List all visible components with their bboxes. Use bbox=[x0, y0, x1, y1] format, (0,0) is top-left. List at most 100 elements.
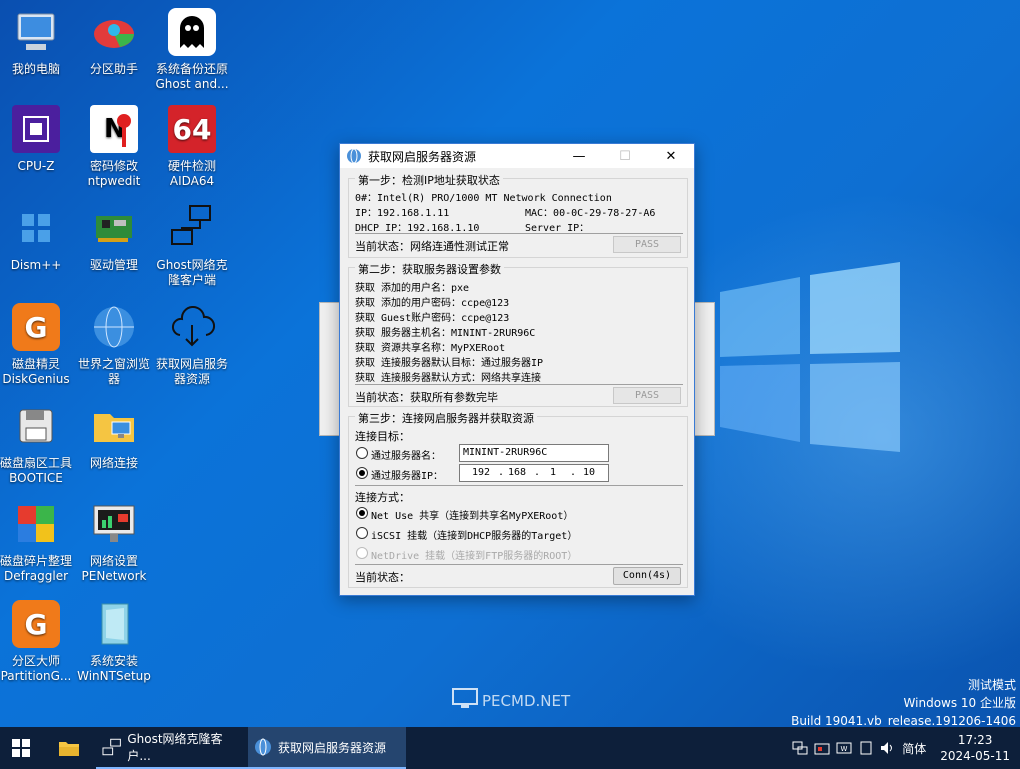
test-mode-text: 测试模式 bbox=[967, 678, 1016, 692]
server-ip-field[interactable]: 192 . 168 . 1 . 10 bbox=[459, 464, 609, 482]
step3-title: 第三步：连接网启服务器并获取资源 bbox=[355, 410, 537, 426]
ip-octet: 1 bbox=[549, 467, 557, 478]
desktop-icon-ghost-backup[interactable]: 系统备份还原 Ghost and... bbox=[152, 8, 232, 92]
clock-date: 2024-05-11 bbox=[940, 749, 1010, 763]
minimize-button[interactable]: — bbox=[556, 144, 602, 168]
monitor-icon bbox=[452, 688, 478, 714]
by-name-label[interactable]: 通过服务器名： bbox=[371, 447, 441, 462]
taskbar: Ghost网络克隆客户... 获取网启服务器资源 W 简体 17:23 2024… bbox=[0, 727, 1020, 769]
by-ip-radio[interactable] bbox=[356, 467, 368, 479]
by-ip-label: 通过服务器IP： bbox=[371, 471, 444, 482]
param-line: 获取 添加的用户名：pxe bbox=[355, 283, 470, 294]
desktop-icon-browser[interactable]: 世界之窗浏览 器 bbox=[74, 303, 154, 387]
desktop-icon-label: CPU-Z bbox=[17, 159, 55, 173]
by-name-radio[interactable] bbox=[356, 447, 368, 459]
server-ip-line: Server IP： bbox=[525, 223, 590, 234]
system-tray: W 简体 17:23 2024-05-11 bbox=[792, 727, 1020, 769]
desktop-icon-ntpwedit[interactable]: N 密码修改 ntpwedit bbox=[74, 105, 154, 189]
net-use-label[interactable]: Net Use 共享（连接到共享名MyPXERoot） bbox=[371, 507, 573, 522]
device-tray-icon[interactable] bbox=[814, 741, 830, 755]
sound-tray-icon[interactable] bbox=[880, 741, 896, 755]
desktop-icon-label: 我的电脑 bbox=[11, 62, 60, 76]
watermark-text: PECMD.NET bbox=[482, 692, 571, 710]
desktop-icon-partition-guru[interactable]: G 分区大师 PartitionG... bbox=[0, 600, 76, 684]
globe-icon bbox=[90, 303, 138, 351]
network-clone-icon bbox=[168, 204, 216, 252]
ime-language[interactable]: 简体 bbox=[902, 740, 926, 757]
desktop-icon-label: 系统备份还原 Ghost and... bbox=[155, 62, 229, 91]
diskgenius-icon: G bbox=[12, 303, 60, 351]
step1-title: 第一步：检测IP地址获取状态 bbox=[355, 172, 503, 188]
wifi-tray-icon[interactable]: W bbox=[836, 741, 852, 755]
floppy-icon bbox=[12, 402, 60, 450]
window-titlebar[interactable]: 获取网启服务器资源 — ☐ ✕ bbox=[340, 144, 694, 168]
desktop-icon-penetwork[interactable]: 网络设置 PENetwork bbox=[74, 500, 154, 584]
param-line: 获取 连接服务器默认目标：通过服务器IP bbox=[355, 358, 544, 369]
desktop-icon-cpuz[interactable]: CPU-Z bbox=[0, 105, 76, 174]
step2-title: 第二步：获取服务器设置参数 bbox=[355, 261, 504, 277]
desktop-icon-label: 硬件检测 AIDA64 bbox=[167, 159, 216, 188]
key-icon: N bbox=[90, 105, 138, 153]
desktop-icon-ghost-client[interactable]: Ghost网络克 隆客户端 bbox=[152, 204, 232, 288]
ip-line: IP：192.168.1.11 bbox=[355, 208, 450, 219]
desktop-icon-label: 磁盘扇区工具 BOOTICE bbox=[0, 456, 72, 485]
maximize-button[interactable]: ☐ bbox=[602, 144, 648, 168]
desktop-icon-label: 磁盘精灵 DiskGenius bbox=[2, 357, 70, 386]
taskbar-app-label: Ghost网络克隆客户... bbox=[127, 732, 223, 763]
start-button[interactable] bbox=[0, 727, 42, 769]
param-line: 获取 添加的用户密码：ccpe@123 bbox=[355, 298, 510, 309]
desktop-icon-my-computer[interactable]: 我的电脑 bbox=[0, 8, 76, 77]
separator bbox=[355, 564, 683, 565]
desktop-icon-winntsetup[interactable]: 系统安装 WinNTSetup bbox=[74, 600, 154, 684]
file-explorer-button[interactable] bbox=[42, 727, 96, 769]
mac-line: MAC：00-0C-29-78-27-A6 bbox=[525, 208, 656, 219]
desktop-icon-defraggler[interactable]: 磁盘碎片整理 Defraggler bbox=[0, 500, 76, 584]
cloud-download-icon bbox=[168, 303, 216, 351]
separator bbox=[355, 384, 683, 385]
param-line: 获取 服务器主机名：MININT-2RUR96C bbox=[355, 328, 536, 339]
tray-clock[interactable]: 17:23 2024-05-11 bbox=[940, 732, 1010, 764]
iscsi-label[interactable]: iSCSI 挂载（连接到DHCP服务器的Target） bbox=[371, 527, 577, 542]
desktop-icon-label: 磁盘碎片整理 Defraggler bbox=[0, 554, 72, 583]
step2-pass-button[interactable]: PASS bbox=[613, 387, 681, 404]
dhcp-line: DHCP IP：192.168.1.10 bbox=[355, 223, 480, 234]
close-button[interactable]: ✕ bbox=[648, 144, 694, 168]
network-tray-icon[interactable] bbox=[792, 741, 808, 755]
taskbar-app-label: 获取网启服务器资源 bbox=[278, 740, 387, 755]
separator bbox=[355, 233, 683, 234]
netdrive-label: NetDrive 挂载（连接到FTP服务器的ROOT） bbox=[371, 551, 578, 562]
desktop-icon-label: 网络连接 bbox=[89, 456, 138, 470]
desktop-icon-label: 世界之窗浏览 器 bbox=[77, 357, 150, 386]
step1-pass-button[interactable]: PASS bbox=[613, 236, 681, 253]
ip-octet: 192 bbox=[471, 467, 491, 478]
desktop-icon-bootice[interactable]: 磁盘扇区工具 BOOTICE bbox=[0, 402, 76, 486]
iscsi-radio[interactable] bbox=[356, 527, 368, 539]
server-name-field[interactable]: MININT-2RUR96C bbox=[459, 444, 609, 462]
clock-time: 17:23 bbox=[957, 733, 993, 747]
desktop-icon-pxe-resource[interactable]: 获取网启服务 器资源 bbox=[152, 303, 232, 387]
ip-octet: 168 bbox=[507, 467, 527, 478]
taskbar-app-pxe-resource[interactable]: 获取网启服务器资源 bbox=[248, 727, 406, 769]
net-use-radio[interactable] bbox=[356, 507, 368, 519]
ip-octet: 10 bbox=[582, 467, 596, 478]
target-label: 连接目标： bbox=[355, 430, 410, 443]
param-line: 获取 连接服务器默认方式：网络共享连接 bbox=[355, 373, 542, 384]
desktop-icon-dism[interactable]: Dism++ bbox=[0, 204, 76, 273]
desktop-icon-aida64[interactable]: 64 硬件检测 AIDA64 bbox=[152, 105, 232, 189]
windows-start-icon bbox=[12, 739, 30, 757]
windows-logo-wallpaper bbox=[720, 262, 900, 452]
connect-button[interactable]: Conn(4s) bbox=[613, 567, 681, 585]
installer-icon bbox=[90, 600, 138, 648]
computer-icon bbox=[12, 8, 60, 56]
taskbar-app-ghost-client[interactable]: Ghost网络克隆客户... bbox=[96, 727, 248, 769]
desktop-icon-partition-assistant[interactable]: 分区助手 bbox=[74, 8, 154, 77]
desktop-icon-driver-manager[interactable]: 驱动管理 bbox=[74, 204, 154, 273]
desktop-icon-network-connections[interactable]: 网络连接 bbox=[74, 402, 154, 471]
ime-tray-icon[interactable] bbox=[858, 741, 874, 755]
desktop-icon-label: 密码修改 ntpwedit bbox=[87, 159, 141, 188]
desktop-icon-label: 分区助手 bbox=[89, 62, 138, 76]
desktop-icon-diskgenius[interactable]: G 磁盘精灵 DiskGenius bbox=[0, 303, 76, 387]
desktop-icon-label: Ghost网络克 隆客户端 bbox=[156, 258, 228, 287]
pxe-resource-window: 获取网启服务器资源 — ☐ ✕ 第一步：检测IP地址获取状态 0#：Intel(… bbox=[339, 143, 695, 596]
separator bbox=[355, 485, 683, 486]
